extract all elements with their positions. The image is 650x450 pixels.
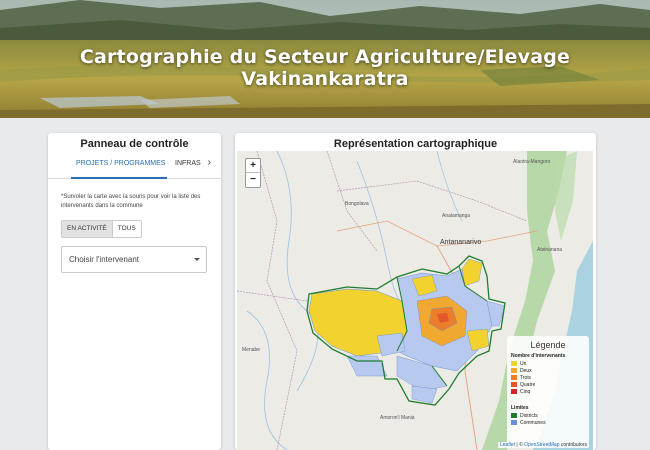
control-panel-title: Panneau de contrôle [80,138,189,150]
tab-infras[interactable]: INFRAS [175,160,201,167]
legend-label-cinq: Cinq [520,388,531,395]
region-label-bongolava: Bongolava [345,201,369,207]
map-legend: Légende Nombre d'intervenants Un Deux Tr… [507,336,589,444]
control-tabs: PROJETS / PROGRAMMES INFRAS › [48,151,221,179]
legend-item: Communes [511,419,589,426]
tab-projets-programmes[interactable]: PROJETS / PROGRAMMES [76,160,165,167]
attribution-suffix: contributors [559,442,587,448]
region-label-analamanga: Analamanga [442,213,471,219]
chevron-right-icon[interactable]: › [208,157,211,168]
hover-hint-text: *Survoler la carte avec la souris pour v… [61,194,201,209]
region-label-alaotra-mangoro: Alaotra-Mangoro [513,159,551,165]
activity-toggle: EN ACTIVITÉ TOUS [61,220,142,238]
legend-label-communes: Communes [520,419,546,426]
zoom-out-button[interactable]: − [246,173,260,187]
leaflet-link[interactable]: Leaflet [500,442,515,448]
attribution-separator: | © [515,442,525,448]
zoom-in-button[interactable]: + [246,159,260,173]
city-label-antananarivo: Antananarivo [440,239,482,246]
intervenant-select-value: Choisir l'intervenant [69,255,140,264]
legend-swatch-districts [511,413,517,418]
legend-label-un: Un [520,360,527,367]
control-panel: Panneau de contrôle PROJETS / PROGRAMMES… [48,133,221,450]
region-label-amoron-i-mania: Amoron'i Mania [380,415,415,421]
legend-swatch-communes [511,420,517,425]
legend-swatch-quatre [511,382,517,387]
leaflet-map[interactable]: Antananarivo Bongolava Analamanga Alaotr… [237,151,593,450]
map-panel: Représentation cartographique Antananari… [235,133,596,450]
legend-label-deux: Deux [520,367,532,374]
legend-title: Légende [530,340,566,350]
legend-swatch-cinq [511,389,517,394]
legend-label-quatre: Quatre [520,381,536,388]
legend-item: Quatre [511,381,589,388]
legend-item: Deux [511,367,589,374]
zoom-control: + − [245,158,261,188]
intervenant-select[interactable]: Choisir l'intervenant [61,246,207,273]
map-attribution: Leaflet | © OpenStreetMap contributors [498,442,589,448]
dropdown-caret-icon [194,258,200,261]
active-tab-indicator [71,177,167,179]
region-label-atsinanana: Atsinanana [537,247,563,253]
legend-swatch-deux [511,368,517,373]
osm-link[interactable]: OpenStreetMap [524,442,559,448]
legend-limits-heading: Limites [511,405,529,411]
legend-label-districts: Districts [520,412,538,419]
legend-item: Districts [511,412,589,419]
legend-swatch-un [511,361,517,366]
legend-item: Trois [511,374,589,381]
header-banner: Cartographie du Secteur Agriculture/Elev… [0,0,650,118]
map-panel-title: Représentation cartographique [333,138,498,150]
legend-item: Un [511,360,589,367]
legend-count-heading: Nombre d'intervenants [511,353,566,359]
region-label-menabe: Menabe [242,347,261,353]
toggle-en-activite[interactable]: EN ACTIVITÉ [62,221,113,237]
legend-swatch-trois [511,375,517,380]
legend-label-trois: Trois [520,374,531,381]
page-title: Cartographie du Secteur Agriculture/Elev… [79,46,571,90]
legend-item: Cinq [511,388,589,395]
toggle-tous[interactable]: TOUS [113,221,141,237]
